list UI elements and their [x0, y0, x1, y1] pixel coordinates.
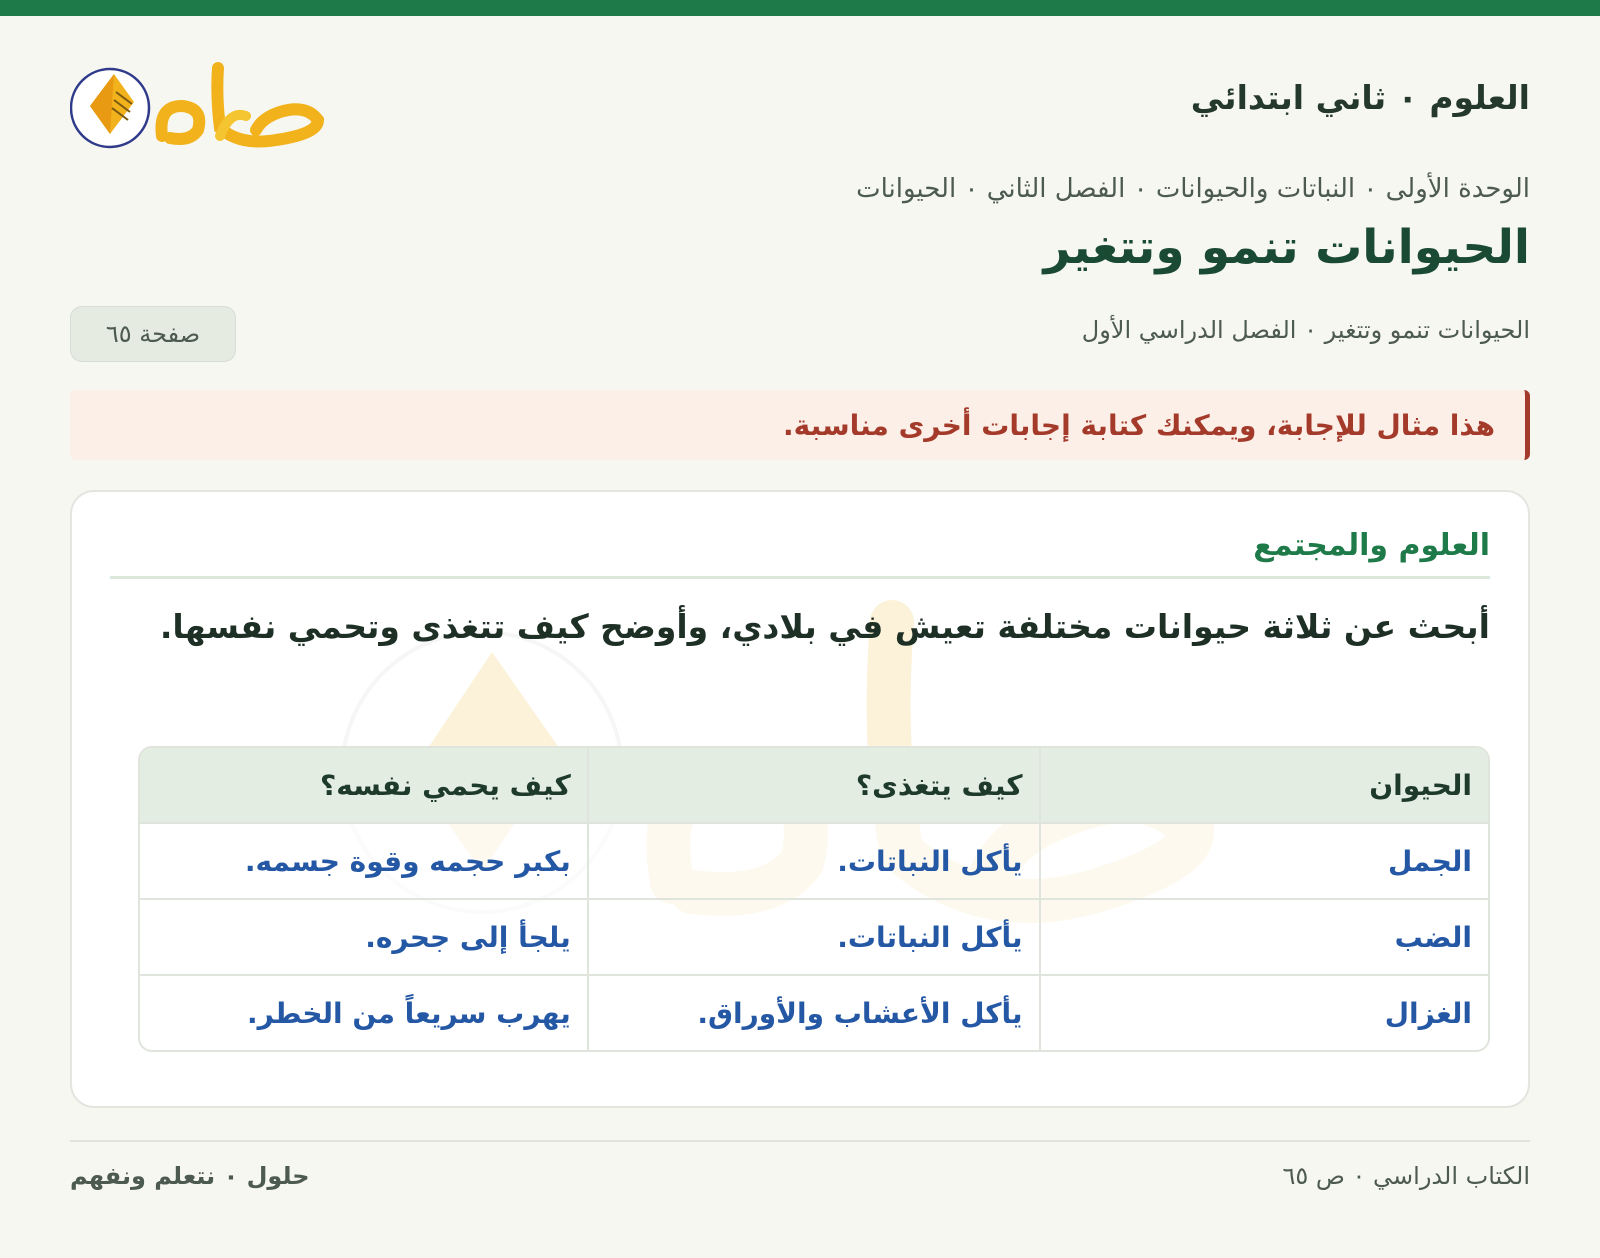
book-logo-icon	[70, 62, 325, 149]
table-cell-animal: الجمل	[1038, 824, 1488, 900]
answer-note-text: هذا مثال للإجابة، ويمكنك كتابة إجابات أخ…	[783, 408, 1495, 442]
table-cell-protection: بكبر حجمه وقوة جسمه.	[140, 824, 587, 900]
footer-source: الكتاب الدراسي ٠ ص ٦٥	[1282, 1162, 1530, 1190]
table-row: الغزال يأكل الأعشاب والأوراق. يهرب سريعا…	[140, 976, 1488, 1050]
footer-brand: حلول ٠ نتعلم ونفهم	[70, 1162, 310, 1190]
table-cell-feeding: يأكل النباتات.	[586, 824, 1039, 900]
footer-divider	[70, 1140, 1530, 1142]
column-header-feeding: كيف يتغذى؟	[586, 748, 1039, 824]
exercise-card: العلوم والمجتمع أبحث عن ثلاثة حيوانات مخ…	[70, 490, 1530, 1108]
card-divider	[110, 576, 1490, 579]
breadcrumb: الوحدة الأولى ٠ النباتات والحيوانات ٠ ال…	[856, 174, 1530, 204]
top-accent-bar	[0, 0, 1600, 16]
card-heading: العلوم والمجتمع	[1253, 528, 1490, 563]
column-header-animal: الحيوان	[1038, 748, 1488, 824]
table-row: الجمل يأكل النباتات. بكبر حجمه وقوة جسمه…	[140, 824, 1488, 900]
lesson-title: الحيوانات تنمو وتتغير	[1043, 220, 1530, 275]
page-number-badge: صفحة ٦٥	[70, 306, 236, 362]
table-cell-protection: يهرب سريعاً من الخطر.	[140, 976, 587, 1050]
hulul-logo[interactable]	[70, 50, 330, 160]
table-header-row: الحيوان كيف يتغذى؟ كيف يحمي نفسه؟	[140, 748, 1488, 824]
page-number-label: صفحة ٦٥	[105, 320, 201, 348]
answers-table: الحيوان كيف يتغذى؟ كيف يحمي نفسه؟ الجمل …	[138, 746, 1490, 1052]
table-cell-protection: يلجأ إلى جحره.	[140, 900, 587, 976]
table-cell-feeding: يأكل النباتات.	[586, 900, 1039, 976]
table-cell-animal: الغزال	[1038, 976, 1488, 1050]
table-row: الضب يأكل النباتات. يلجأ إلى جحره.	[140, 900, 1488, 976]
page: العلوم ٠ ثاني ابتدائي الوحدة الأولى ٠ ال…	[70, 16, 1530, 1190]
exercise-prompt: أبحث عن ثلاثة حيوانات مختلفة تعيش في بلا…	[159, 607, 1490, 646]
header: العلوم ٠ ثاني ابتدائي	[70, 16, 1530, 166]
table-cell-feeding: يأكل الأعشاب والأوراق.	[586, 976, 1039, 1050]
subject-title: العلوم ٠ ثاني ابتدائي	[1190, 78, 1530, 117]
column-header-protection: كيف يحمي نفسه؟	[140, 748, 587, 824]
table-cell-animal: الضب	[1038, 900, 1488, 976]
answer-note: هذا مثال للإجابة، ويمكنك كتابة إجابات أخ…	[70, 390, 1530, 460]
lesson-subline: الحيوانات تنمو وتتغير ٠ الفصل الدراسي ال…	[1081, 316, 1530, 344]
